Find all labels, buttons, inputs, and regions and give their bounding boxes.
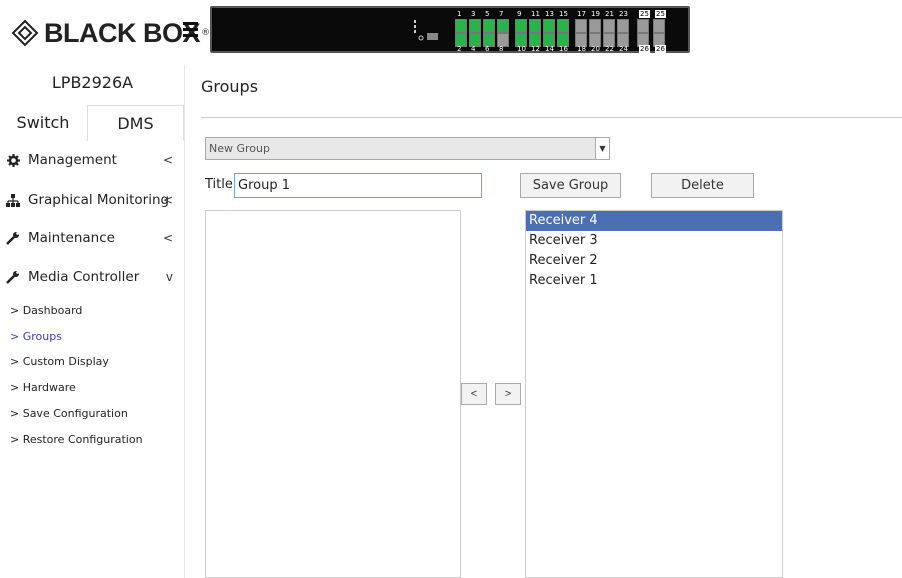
sidebar-item-media-controller[interactable]: Media Controller v [0,258,185,296]
title-label: Title [205,177,233,192]
chevron-down-icon: v [165,270,173,284]
sidebar-item-management[interactable]: Management < [0,141,185,179]
port-icon[interactable] [575,19,587,33]
save-group-button[interactable]: Save Group [520,173,621,198]
port-number-label: 20 [591,45,600,53]
port-number-label: 24 [619,45,628,53]
list-item[interactable]: Receiver 4 [526,211,782,231]
sidebar-item-label: Media Controller [28,269,140,285]
port-number-label: 25 [639,10,650,18]
page-title: Groups [201,77,259,96]
port-number-label: 15 [559,10,568,18]
port-number-label: 4 [471,45,476,53]
port-number-label: 14 [545,45,554,53]
sidebar-subitem-groups[interactable]: > Groups [10,330,62,343]
chevron-down-icon: ▼ [595,138,609,159]
sidebar-item-maintenance[interactable]: Maintenance < [0,219,185,257]
tab-switch[interactable]: Switch [0,105,86,141]
chevron-left-icon: < [162,153,173,167]
top-bar: BLACK BOX ® 1 2 3 4 5 6 7 8 9 10 11 12 13 14 15 16 17 18 1… [0,0,902,65]
port-icon[interactable] [589,19,601,33]
port-icon[interactable] [529,19,541,33]
sidebar-subitem-save-configuration[interactable]: > Save Configuration [10,407,128,420]
port-icon[interactable] [497,19,509,33]
move-right-button[interactable]: > [495,383,521,405]
port-icon[interactable] [483,19,495,33]
sidebar-subitem-dashboard[interactable]: > Dashboard [10,304,82,317]
list-item[interactable]: Receiver 2 [526,251,782,271]
list-item[interactable]: Receiver 1 [526,271,782,291]
port-icon[interactable] [543,19,555,33]
tab-dms[interactable]: DMS [87,105,184,141]
sidebar-subitem-restore-configuration[interactable]: > Restore Configuration [10,433,143,446]
move-left-button[interactable]: < [461,383,487,405]
group-select[interactable]: New Group ▼ [205,137,610,160]
sidebar-tabs: Switch DMS [0,105,185,141]
switch-front-panel: 1 2 3 4 5 6 7 8 9 10 11 12 13 14 15 16 17 18 19 20 21 22 23 24 2… [210,6,690,53]
group-receivers-list[interactable]: Receiver 4 Receiver 3 Receiver 2 Receive… [525,210,783,578]
port-number-label: 19 [591,10,600,18]
port-number-label: 23 [619,10,628,18]
chevron-left-icon: < [162,193,173,207]
port-number-label: 3 [471,10,476,18]
port-number-label: 2 [457,45,462,53]
port-number-label: 17 [577,10,586,18]
port-number-label: 10 [517,45,526,53]
delete-button[interactable]: Delete [651,173,754,198]
console-port-icon [414,20,438,41]
main-content: Groups New Group ▼ Title Save Group Dele… [186,65,902,578]
port-icon[interactable] [515,19,527,33]
port-number-label: 18 [577,45,586,53]
sidebar-item-label: Management [28,152,117,168]
port-number-label: 16 [559,45,568,53]
port-number-label: 22 [605,45,614,53]
port-number-label: 26 [639,45,650,53]
port-number-label: 7 [499,10,504,18]
group-select-value: New Group [209,142,270,155]
sidebar-item-graphical-monitoring[interactable]: Graphical Monitoring < [0,181,185,219]
port-number-label: 12 [531,45,540,53]
brand-logo: BLACK BOX ® [10,14,210,52]
gear-icon [6,153,20,167]
port-number-label: 11 [531,10,540,18]
port-icon[interactable] [469,19,481,33]
sidebar-subitem-custom-display[interactable]: > Custom Display [10,355,109,368]
wrench-icon [6,231,20,245]
port-number-label: 1 [457,10,462,18]
port-number-label: 8 [499,45,504,53]
port-number-label: 9 [517,10,522,18]
title-input[interactable] [234,173,482,198]
port-icon[interactable] [637,19,649,33]
list-item[interactable]: Receiver 3 [526,231,782,251]
port-number-label: 25 [655,10,666,18]
sitemap-icon [6,193,20,207]
divider [201,117,902,118]
device-name: LPB2926A [51,73,134,92]
port-icon[interactable] [557,19,569,33]
diamond-logo-icon [11,19,39,47]
port-icon[interactable] [653,19,665,33]
sidebar-item-label: Graphical Monitoring [28,192,170,208]
sidebar: LPB2926A Switch DMS Management < Graphic… [0,65,185,578]
port-number-label: 6 [485,45,490,53]
menu-toggle-icon[interactable] [183,22,198,37]
chevron-left-icon: < [162,231,173,245]
port-number-label: 26 [655,45,666,53]
port-number-label: 5 [485,10,490,18]
port-number-label: 13 [545,10,554,18]
port-number-label: 21 [605,10,614,18]
brand-name: BLACK BOX [44,17,201,48]
port-icon[interactable] [455,19,467,33]
port-icon[interactable] [603,19,615,33]
brand-reg: ® [201,28,210,38]
available-receivers-list[interactable] [205,210,461,578]
sidebar-subitem-hardware[interactable]: > Hardware [10,381,76,394]
port-icon[interactable] [617,19,629,33]
wrench-icon [6,270,20,284]
sidebar-item-label: Maintenance [28,230,115,246]
